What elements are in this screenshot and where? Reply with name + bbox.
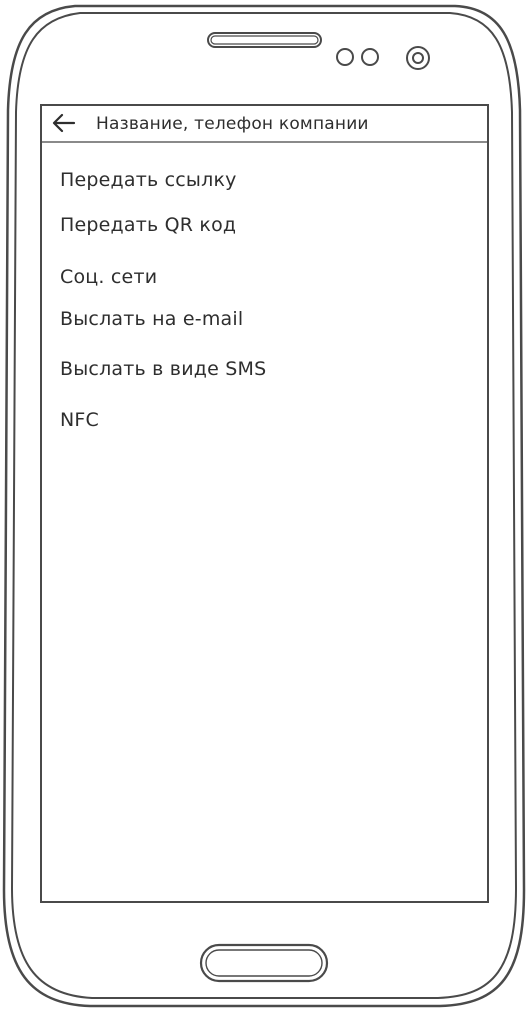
social-networks-item[interactable]: Соц. сети	[60, 266, 157, 288]
send-sms-item[interactable]: Выслать в виде SMS	[60, 358, 266, 380]
share-link-item[interactable]: Передать ссылку	[60, 169, 237, 191]
page-title: Название, телефон компании	[96, 114, 369, 134]
phone-screen: Название, телефон компании Передать ссыл…	[40, 104, 489, 903]
send-email-item[interactable]: Выслать на e-mail	[60, 308, 243, 330]
back-button[interactable]	[50, 111, 78, 135]
home-button[interactable]	[199, 943, 329, 983]
arrow-left-icon	[52, 113, 76, 133]
share-qr-code-item[interactable]: Передать QR код	[60, 214, 236, 236]
app-bar: Название, телефон компании	[42, 106, 487, 143]
nfc-item[interactable]: NFC	[60, 409, 99, 431]
